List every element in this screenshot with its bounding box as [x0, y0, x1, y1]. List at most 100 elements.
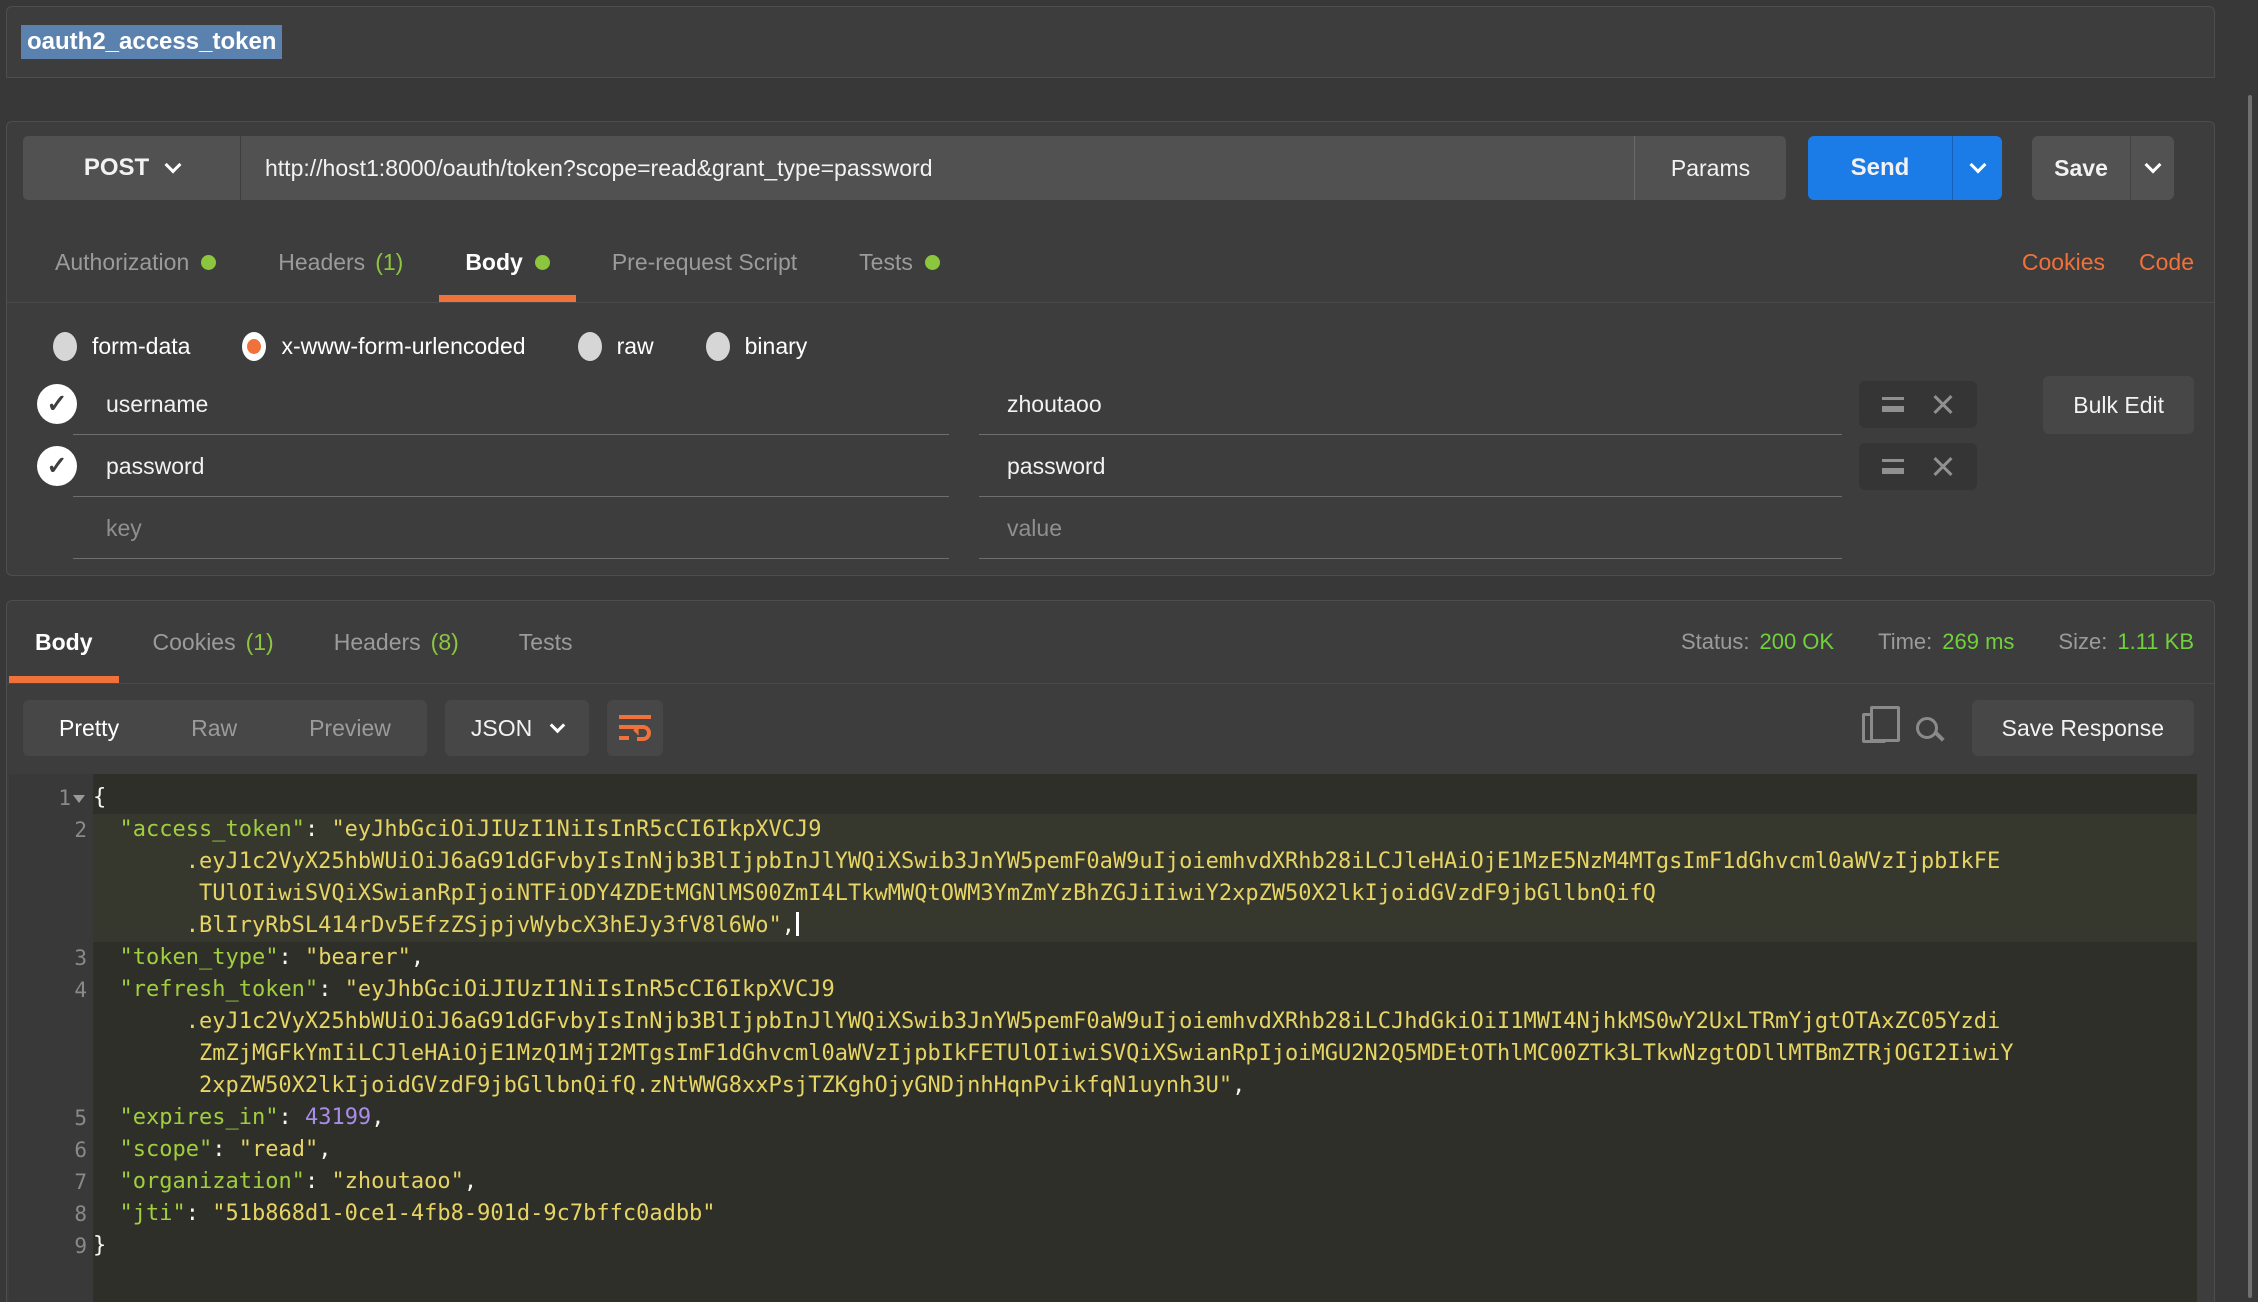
line-number: [9, 1070, 93, 1102]
remove-row-icon[interactable]: [1932, 394, 1954, 416]
tab-label: Cookies: [153, 629, 236, 656]
drag-handle-icon[interactable]: [1882, 459, 1904, 474]
meta-time: Time:269 ms: [1878, 629, 2014, 655]
line-number: 4: [9, 974, 93, 1006]
body-mode-options: form-data x-www-form-urlencoded raw binary: [53, 318, 807, 374]
code-line: ZmZjMGFkYmIiLCJleHAiOjE1MzQ1MjI2MTgsImF1…: [9, 1038, 2197, 1070]
token-p: ,: [411, 945, 424, 970]
cookies-link[interactable]: Cookies: [2022, 249, 2105, 276]
tab-body[interactable]: Body: [439, 222, 576, 302]
token-k: "token_type": [120, 945, 279, 970]
tab-label: Pre-request Script: [612, 249, 797, 276]
tab-pre-request-script[interactable]: Pre-request Script: [586, 222, 823, 302]
save-options-button[interactable]: [2130, 136, 2174, 200]
checkbox-checked-icon[interactable]: ✓: [37, 384, 77, 424]
request-links: Cookies Code: [2022, 222, 2194, 302]
value-input[interactable]: value: [979, 498, 1842, 559]
body-mode-form-data[interactable]: form-data: [53, 332, 190, 361]
body-mode-label: raw: [617, 333, 654, 360]
remove-row-icon[interactable]: [1932, 456, 1954, 478]
params-button[interactable]: Params: [1634, 136, 1786, 200]
key-input[interactable]: username: [73, 374, 949, 435]
response-tab-body[interactable]: Body: [9, 601, 119, 683]
token-k: "access_token": [120, 817, 305, 842]
line-number: 2: [9, 814, 93, 846]
code-line: TUlOIiwiSVQiXSwianRpIjoiNTFiODY4ZDEtMGNl…: [9, 878, 2197, 910]
form-data-editor: Bulk Edit ✓usernamezhoutaoo✓passwordpass…: [7, 374, 2214, 574]
token-w: [93, 945, 120, 970]
response-tab-headers[interactable]: Headers(8): [308, 601, 485, 683]
copy-icon[interactable]: [1862, 713, 1886, 743]
tab-label: Tests: [859, 249, 913, 276]
search-icon[interactable]: [1916, 717, 1938, 739]
text-cursor: [796, 912, 799, 936]
body-mode-label: form-data: [92, 333, 190, 360]
send-options-button[interactable]: [1952, 136, 2002, 200]
response-tab-cookies[interactable]: Cookies(1): [127, 601, 300, 683]
token-s: TUlOIiwiSVQiXSwianRpIjoiNTFiODY4ZDEtMGNl…: [93, 881, 1656, 906]
green-dot-icon: [201, 255, 216, 270]
response-body-editor[interactable]: 1{2 "access_token": "eyJhbGciOiJIUzI1NiI…: [9, 774, 2197, 1302]
url-input[interactable]: http://host1:8000/oauth/token?scope=read…: [241, 136, 1634, 200]
checkbox-checked-icon[interactable]: ✓: [37, 446, 77, 486]
save-button[interactable]: Save: [2032, 136, 2174, 200]
url-row: POST http://host1:8000/oauth/token?scope…: [23, 136, 2174, 200]
token-s: "51b868d1-0ce1-4fb8-901d-9c7bffc0adbb": [212, 1201, 715, 1226]
tab-tests[interactable]: Tests: [833, 222, 966, 302]
token-s: "eyJhbGciOiJIUzI1NiIsInR5cCI6IkpXVCJ9: [345, 977, 835, 1002]
chevron-down-icon: [2144, 157, 2161, 174]
token-w: [93, 1201, 120, 1226]
tab-headers[interactable]: Headers(1): [252, 222, 429, 302]
tab-label: Authorization: [55, 249, 189, 276]
line-number: 8: [9, 1198, 93, 1230]
request-tab-title[interactable]: oauth2_access_token: [21, 25, 282, 59]
chevron-down-icon: [550, 717, 566, 733]
response-tab-tests[interactable]: Tests: [493, 601, 599, 683]
send-button[interactable]: Send: [1808, 136, 2002, 200]
code-text: {: [93, 782, 2197, 814]
language-select[interactable]: JSON: [445, 700, 589, 756]
drag-handle-icon[interactable]: [1882, 397, 1904, 412]
request-tab-bar: oauth2_access_token: [6, 6, 2215, 78]
view-mode-pretty[interactable]: Pretty: [23, 715, 155, 742]
line-number: [9, 910, 93, 942]
response-viewer: BodyCookies(1)Headers(8)Tests Status:200…: [6, 600, 2215, 1302]
code-link[interactable]: Code: [2139, 249, 2194, 276]
value-input[interactable]: zhoutaoo: [979, 374, 1842, 435]
fold-toggle[interactable]: [71, 782, 87, 814]
response-tabs: BodyCookies(1)Headers(8) Tests: [9, 601, 598, 683]
code-text: "jti": "51b868d1-0ce1-4fb8-901d-9c7bffc0…: [93, 1198, 2197, 1230]
token-s: "eyJhbGciOiJIUzI1NiIsInR5cCI6IkpXVCJ9: [331, 817, 821, 842]
line-number: 3: [9, 942, 93, 974]
key-input[interactable]: password: [73, 436, 949, 497]
key-input[interactable]: key: [73, 498, 949, 559]
code-line: 2 "access_token": "eyJhbGciOiJIUzI1NiIsI…: [9, 814, 2197, 846]
token-p: ,: [371, 1105, 384, 1130]
view-mode-preview[interactable]: Preview: [273, 715, 427, 742]
body-mode-binary[interactable]: binary: [706, 332, 808, 361]
meta-value: 1.11 KB: [2117, 629, 2194, 655]
token-w: [93, 1137, 120, 1162]
line-number: 1: [9, 782, 93, 814]
body-mode-x-www-form-urlencoded[interactable]: x-www-form-urlencoded: [242, 332, 525, 361]
chevron-down-icon: [165, 157, 182, 174]
code-line: 6 "scope": "read",: [9, 1134, 2197, 1166]
token-k: "expires_in": [120, 1105, 279, 1130]
word-wrap-button[interactable]: [607, 700, 663, 756]
token-p: ,: [464, 1169, 477, 1194]
token-p: {: [93, 785, 106, 810]
token-p: :: [278, 1105, 305, 1130]
tab-label: Tests: [519, 629, 573, 656]
view-mode-raw[interactable]: Raw: [155, 715, 273, 742]
method-select[interactable]: POST: [23, 136, 241, 200]
tab-authorization[interactable]: Authorization: [29, 222, 242, 302]
token-s: .eyJ1c2VyX25hbWUiOiJ6aG91dGFvbyIsInNjb3B…: [93, 849, 2000, 874]
code-line: 7 "organization": "zhoutaoo",: [9, 1166, 2197, 1198]
body-mode-raw[interactable]: raw: [578, 332, 654, 361]
token-w: [93, 1169, 120, 1194]
triangle-down-icon: [73, 795, 85, 803]
save-response-button[interactable]: Save Response: [1972, 700, 2194, 756]
value-input[interactable]: password: [979, 436, 1842, 497]
page-scrollbar[interactable]: [2248, 95, 2252, 1298]
token-p: :: [278, 945, 305, 970]
